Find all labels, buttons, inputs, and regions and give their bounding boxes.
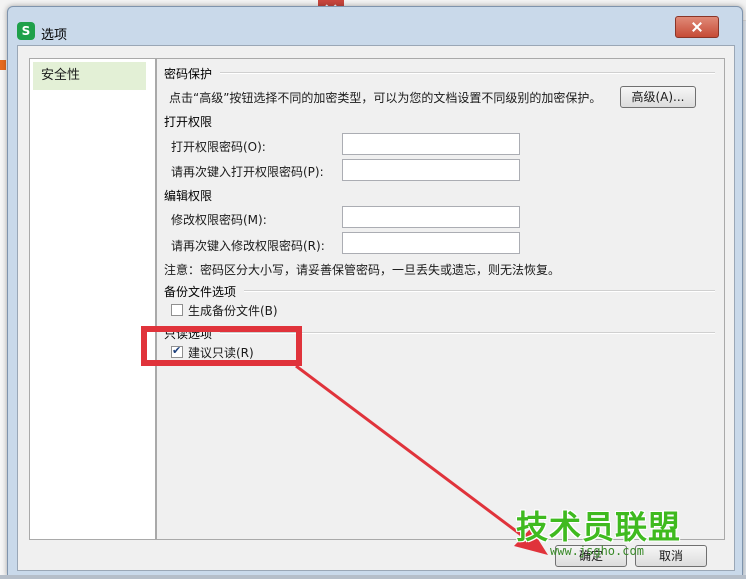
modify-password-confirm-field[interactable] — [342, 232, 520, 254]
cancel-button[interactable]: 取消 — [635, 545, 707, 567]
section-divider — [220, 332, 715, 334]
section-divider — [220, 72, 715, 74]
category-list: 安全性 — [29, 58, 156, 540]
encryption-description: 点击“高级”按钮选择不同的加密类型，可以为您的文档设置不同级别的加密保护。 — [169, 91, 602, 105]
advanced-button[interactable]: 高级(A)... — [620, 86, 696, 108]
close-icon[interactable] — [675, 16, 719, 38]
dialog-title: 选项 — [41, 28, 68, 43]
backup-checkbox[interactable] — [171, 304, 183, 316]
open-password-confirm-field[interactable] — [342, 159, 520, 181]
wps-app-icon: S — [17, 22, 35, 40]
modify-password-label: 修改权限密码(M): — [171, 213, 267, 227]
open-password-label: 打开权限密码(O): — [171, 140, 266, 154]
backup-checkbox-label[interactable]: 生成备份文件(B) — [188, 302, 278, 319]
password-note: 注意：密码区分大小写，请妥善保管密码，一旦丢失或遗忘，则无法恢复。 — [164, 263, 561, 277]
open-password-confirm-label: 请再次键入打开权限密码(P): — [171, 165, 324, 179]
options-dialog: S 选项 安全性 密码保护 点击“高级”按钮选择不同的加密类型，可以为您的文档设… — [7, 6, 743, 577]
suggest-readonly-checkbox[interactable] — [171, 344, 183, 358]
edit-permission-heading: 编辑权限 — [164, 189, 213, 203]
ok-button[interactable]: 确定 — [555, 545, 627, 567]
open-permission-heading: 打开权限 — [164, 115, 213, 129]
taskbar-edge — [0, 575, 746, 579]
suggest-readonly-label[interactable]: 建议只读(R) — [188, 344, 254, 361]
password-protection-heading: 密码保护 — [164, 67, 213, 81]
section-divider — [244, 290, 715, 292]
background-app-icon — [0, 60, 6, 70]
readonly-options-heading: 只读选项 — [164, 327, 213, 341]
modify-password-field[interactable] — [342, 206, 520, 228]
dialog-body: 安全性 密码保护 点击“高级”按钮选择不同的加密类型，可以为您的文档设置不同级别… — [17, 45, 735, 571]
modify-password-confirm-label: 请再次键入修改权限密码(R): — [171, 239, 325, 253]
sidebar-item-security[interactable]: 安全性 — [33, 62, 146, 90]
security-panel: 密码保护 点击“高级”按钮选择不同的加密类型，可以为您的文档设置不同级别的加密保… — [156, 58, 725, 540]
backup-options-heading: 备份文件选项 — [164, 285, 237, 299]
open-password-field[interactable] — [342, 133, 520, 155]
